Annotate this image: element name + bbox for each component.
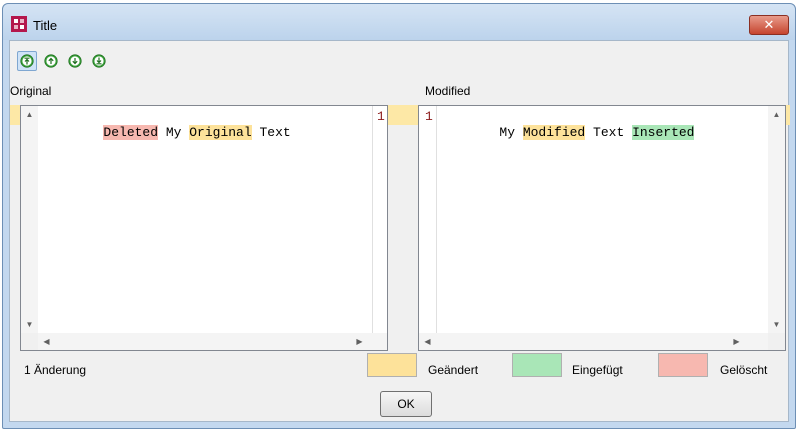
dialog-window: Title ✕ Original Modified ▲ ▼ Deleted My… [2, 3, 796, 429]
deleted-legend-swatch [658, 353, 708, 377]
line-number-gutter [372, 106, 373, 333]
last-change-button[interactable] [89, 51, 109, 71]
modified-pane-label: Modified [425, 84, 471, 98]
plain-token: Text [585, 125, 633, 140]
left-change-marker [10, 105, 20, 125]
first-change-icon [20, 54, 34, 68]
original-text-area[interactable]: ▲ ▼ Deleted My Original Text 1 ◀ ▶ [20, 105, 388, 351]
window-title: Title [33, 18, 58, 33]
original-vertical-scrollbar[interactable]: ▲ ▼ [21, 106, 38, 350]
modified-line-number: 1 [425, 109, 433, 124]
original-line-1[interactable]: Deleted My Original Text [41, 109, 291, 140]
app-icon [11, 16, 27, 32]
modified-vertical-scrollbar[interactable]: ▲ ▼ [768, 106, 785, 350]
modified-horizontal-scrollbar[interactable]: ◀ ▶ [419, 333, 768, 350]
original-pane-label: Original [10, 84, 52, 98]
inserted-token: Inserted [632, 125, 695, 140]
center-change-connector [388, 105, 418, 125]
close-button[interactable]: ✕ [749, 15, 789, 35]
scroll-up-icon[interactable]: ▲ [768, 106, 785, 123]
dialog-content: Original Modified ▲ ▼ Deleted My Origina… [9, 40, 790, 422]
deleted-token: Deleted [103, 125, 159, 140]
scroll-corner [768, 333, 785, 350]
previous-change-icon [44, 54, 58, 68]
changed-token: Modified [522, 125, 586, 140]
scroll-right-icon[interactable]: ▶ [351, 333, 368, 350]
title-bar[interactable]: Title ✕ [3, 4, 795, 40]
changed-legend-label: Geändert [428, 363, 479, 377]
scroll-left-icon[interactable]: ◀ [419, 333, 436, 350]
scroll-down-icon[interactable]: ▼ [21, 316, 38, 333]
scroll-down-icon[interactable]: ▼ [768, 316, 785, 333]
original-line-number: 1 [377, 109, 385, 124]
inserted-legend-swatch [512, 353, 562, 377]
changed-legend-swatch [367, 353, 417, 377]
modified-text-area[interactable]: 1 My Modified Text Inserted ▲ ▼ ◀ ▶ [418, 105, 786, 351]
close-icon: ✕ [763, 17, 775, 32]
inserted-legend-label: Eingefügt [572, 363, 623, 377]
previous-change-button[interactable] [41, 51, 61, 71]
changed-token: Original [189, 125, 252, 140]
ok-button[interactable]: OK [380, 391, 432, 417]
last-change-icon [92, 54, 106, 68]
modified-line-1[interactable]: My Modified Text Inserted [437, 109, 695, 140]
change-count-status: 1 Änderung [24, 363, 87, 377]
plain-token: My [499, 125, 523, 140]
scroll-right-icon[interactable]: ▶ [728, 333, 745, 350]
next-change-icon [68, 54, 82, 68]
first-change-button[interactable] [17, 51, 37, 71]
scroll-corner [21, 333, 38, 350]
original-horizontal-scrollbar[interactable]: ◀ ▶ [21, 333, 387, 350]
scroll-up-icon[interactable]: ▲ [21, 106, 38, 123]
plain-token: My [158, 125, 190, 140]
scroll-left-icon[interactable]: ◀ [38, 333, 55, 350]
plain-token: Text [251, 125, 291, 140]
next-change-button[interactable] [65, 51, 85, 71]
deleted-legend-label: Gelöscht [720, 363, 768, 377]
right-change-marker [786, 105, 790, 125]
